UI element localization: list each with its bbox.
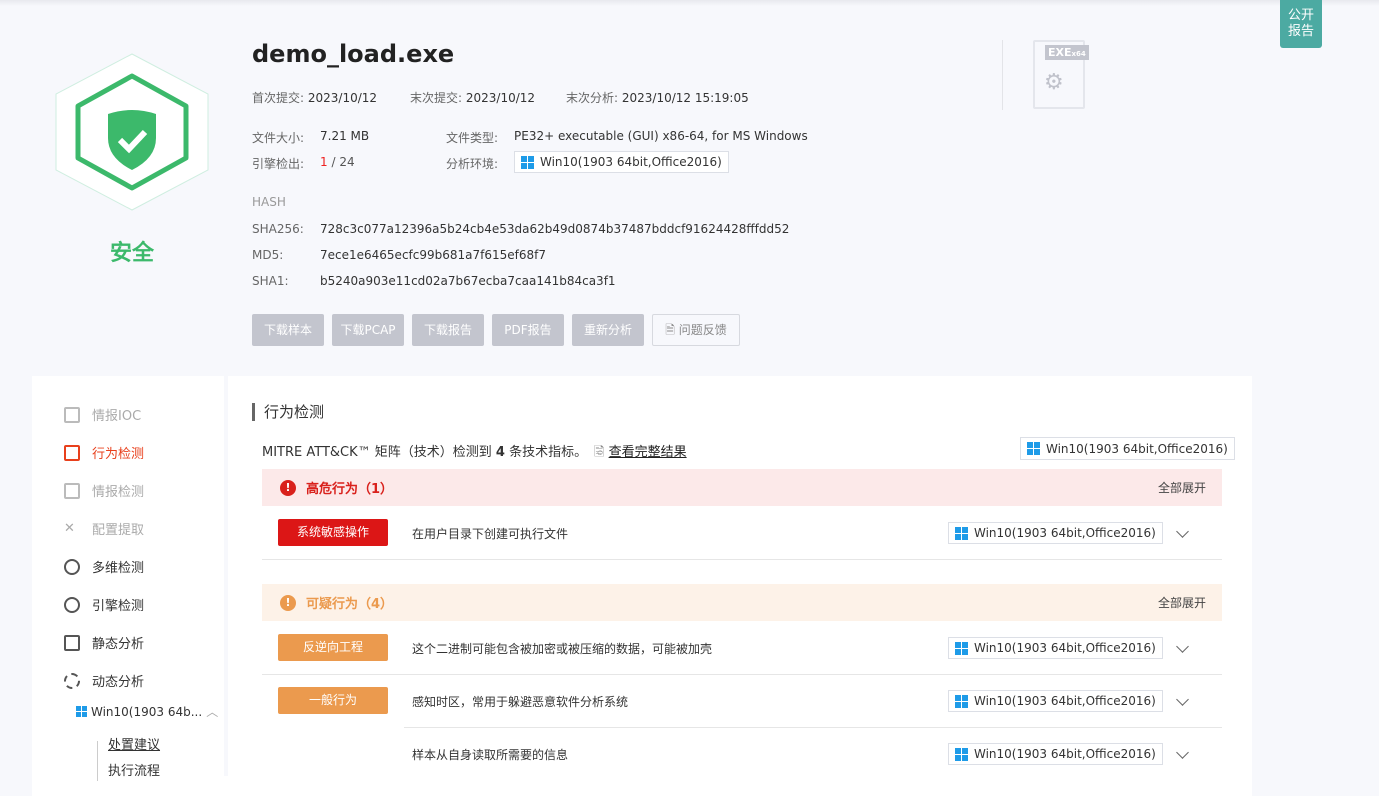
alert-icon: ! <box>280 594 296 611</box>
sidebar-env[interactable]: Win10(1903 64b... ︿ <box>76 703 218 720</box>
sidebar-item-dynamic[interactable]: 动态分析 <box>64 671 144 690</box>
sidebar-item-multi[interactable]: 多维检测 <box>64 557 144 576</box>
sidebar-sub-flow[interactable]: 执行流程 <box>108 760 160 779</box>
behavior-desc: 在用户目录下创建可执行文件 <box>412 527 569 541</box>
cycle-icon <box>64 672 80 689</box>
windows-icon <box>521 155 534 169</box>
safe-shield-icon <box>55 53 209 211</box>
gauge-icon <box>64 596 80 613</box>
high-risk-header: ! 高危行为（1） 全部展开 <box>262 469 1222 506</box>
section-title: 行为检测 <box>252 403 324 421</box>
sha1-value: b5240a903e11cd02a7b67ecba7caa141b84ca3f1 <box>320 274 616 288</box>
hash-heading: HASH <box>252 195 286 209</box>
sidebar-item-config[interactable]: ✕ 配置提取 <box>64 519 144 539</box>
public-report-button[interactable]: 公开 报告 <box>1280 0 1322 48</box>
env-label: 分析环境: <box>446 157 499 171</box>
behavior-desc: 样本从自身读取所需要的信息 <box>412 748 569 762</box>
sidebar-item-behavior[interactable]: 行为检测 <box>64 443 144 462</box>
windows-icon <box>1027 442 1040 455</box>
type-value: PE32+ executable (GUI) x86-64, for MS Wi… <box>514 129 808 143</box>
sha1-label: SHA1: <box>252 274 289 288</box>
sidebar-item-static[interactable]: 静态分析 <box>64 633 144 652</box>
md5-value: 7ece1e6465ecfc99b681a7f615ef68f7 <box>320 248 547 262</box>
sidebar-item-engine[interactable]: 引擎检测 <box>64 595 144 614</box>
env-badge: Win10(1903 64bit,Office2016) <box>514 151 729 173</box>
row-env-badge: Win10(1903 64bit,Office2016) <box>948 522 1163 544</box>
edit-icon <box>64 406 80 423</box>
engine-value: 1 / 24 <box>320 155 355 169</box>
behavior-tag: 系统敏感操作 <box>278 519 388 546</box>
alert-icon: ! <box>280 479 296 496</box>
sidebar: 情报IOC 行为检测 情报检测 ✕ 配置提取 多维检测 引擎检测 静态分析 动态分… <box>32 376 228 781</box>
monitor-pulse-icon <box>64 444 80 461</box>
size-label: 文件大小: <box>252 131 305 145</box>
list-icon <box>64 634 80 651</box>
sidebar-item-ioc[interactable]: 情报IOC <box>64 405 141 424</box>
behavior-desc: 这个二进制可能包含被加密或被压缩的数据，可能被加壳 <box>412 642 713 656</box>
windows-icon <box>76 706 87 717</box>
download-sample-button[interactable]: 下载样本 <box>252 314 324 346</box>
behavior-tag: 一般行为 <box>278 687 388 714</box>
sha256-value: 728c3c077a12396a5b24cb4e53da62b49d0874b3… <box>320 222 790 236</box>
last-submit: 末次提交: 2023/10/12 <box>410 91 536 105</box>
file-name: demo_load.exe <box>252 40 455 68</box>
size-value: 7.21 MB <box>320 129 370 143</box>
expand-all-button[interactable]: 全部展开 <box>1158 479 1206 496</box>
row-env-badge: Win10(1903 64bit,Office2016) <box>948 637 1163 659</box>
behavior-tag: 反逆向工程 <box>278 634 388 661</box>
behavior-desc: 感知时区，常用于躲避恶意软件分析系统 <box>412 695 629 709</box>
layout-icon <box>64 482 80 499</box>
first-submit: 首次提交: 2023/10/12 <box>252 91 378 105</box>
pdf-report-button[interactable]: PDF报告 <box>492 314 564 346</box>
search-chart-icon <box>64 558 80 575</box>
verdict-label: 安全 <box>110 241 155 266</box>
feedback-button[interactable]: 🗎 问题反馈 <box>652 314 740 346</box>
full-result-link[interactable]: 🗟 查看完整结果 <box>594 441 687 465</box>
suspicious-header: ! 可疑行为（4） 全部展开 <box>262 584 1222 621</box>
sha256-label: SHA256: <box>252 222 304 236</box>
attack-summary: MITRE ATT&CK™ 矩阵（技术）检测到 4 条技术指标。 <box>262 445 588 460</box>
sidebar-sub-advice[interactable]: 处置建议 <box>108 734 160 753</box>
download-pcap-button[interactable]: 下载PCAP <box>332 314 404 346</box>
expand-all-button[interactable]: 全部展开 <box>1158 594 1206 611</box>
engine-label: 引擎检出: <box>252 157 305 171</box>
gear-icon: ⚙ <box>1044 70 1064 95</box>
row-env-badge: Win10(1903 64bit,Office2016) <box>948 690 1163 712</box>
exe-file-icon: EXEx64 ⚙ <box>1033 40 1089 109</box>
last-analysis: 末次分析: 2023/10/12 15:19:05 <box>566 91 749 105</box>
document-icon: 🗎 <box>665 323 675 337</box>
main-env-badge: Win10(1903 64bit,Office2016) <box>1020 437 1235 460</box>
download-report-button[interactable]: 下载报告 <box>412 314 484 346</box>
type-label: 文件类型: <box>446 131 499 145</box>
md5-label: MD5: <box>252 248 284 262</box>
reanalyze-button[interactable]: 重新分析 <box>572 314 644 346</box>
tools-icon: ✕ <box>64 520 75 536</box>
sidebar-item-intel[interactable]: 情报检测 <box>64 481 144 500</box>
chevron-up-icon: ︿ <box>206 705 219 719</box>
report-search-icon: 🗟 <box>594 445 605 460</box>
row-env-badge: Win10(1903 64bit,Office2016) <box>948 743 1163 765</box>
